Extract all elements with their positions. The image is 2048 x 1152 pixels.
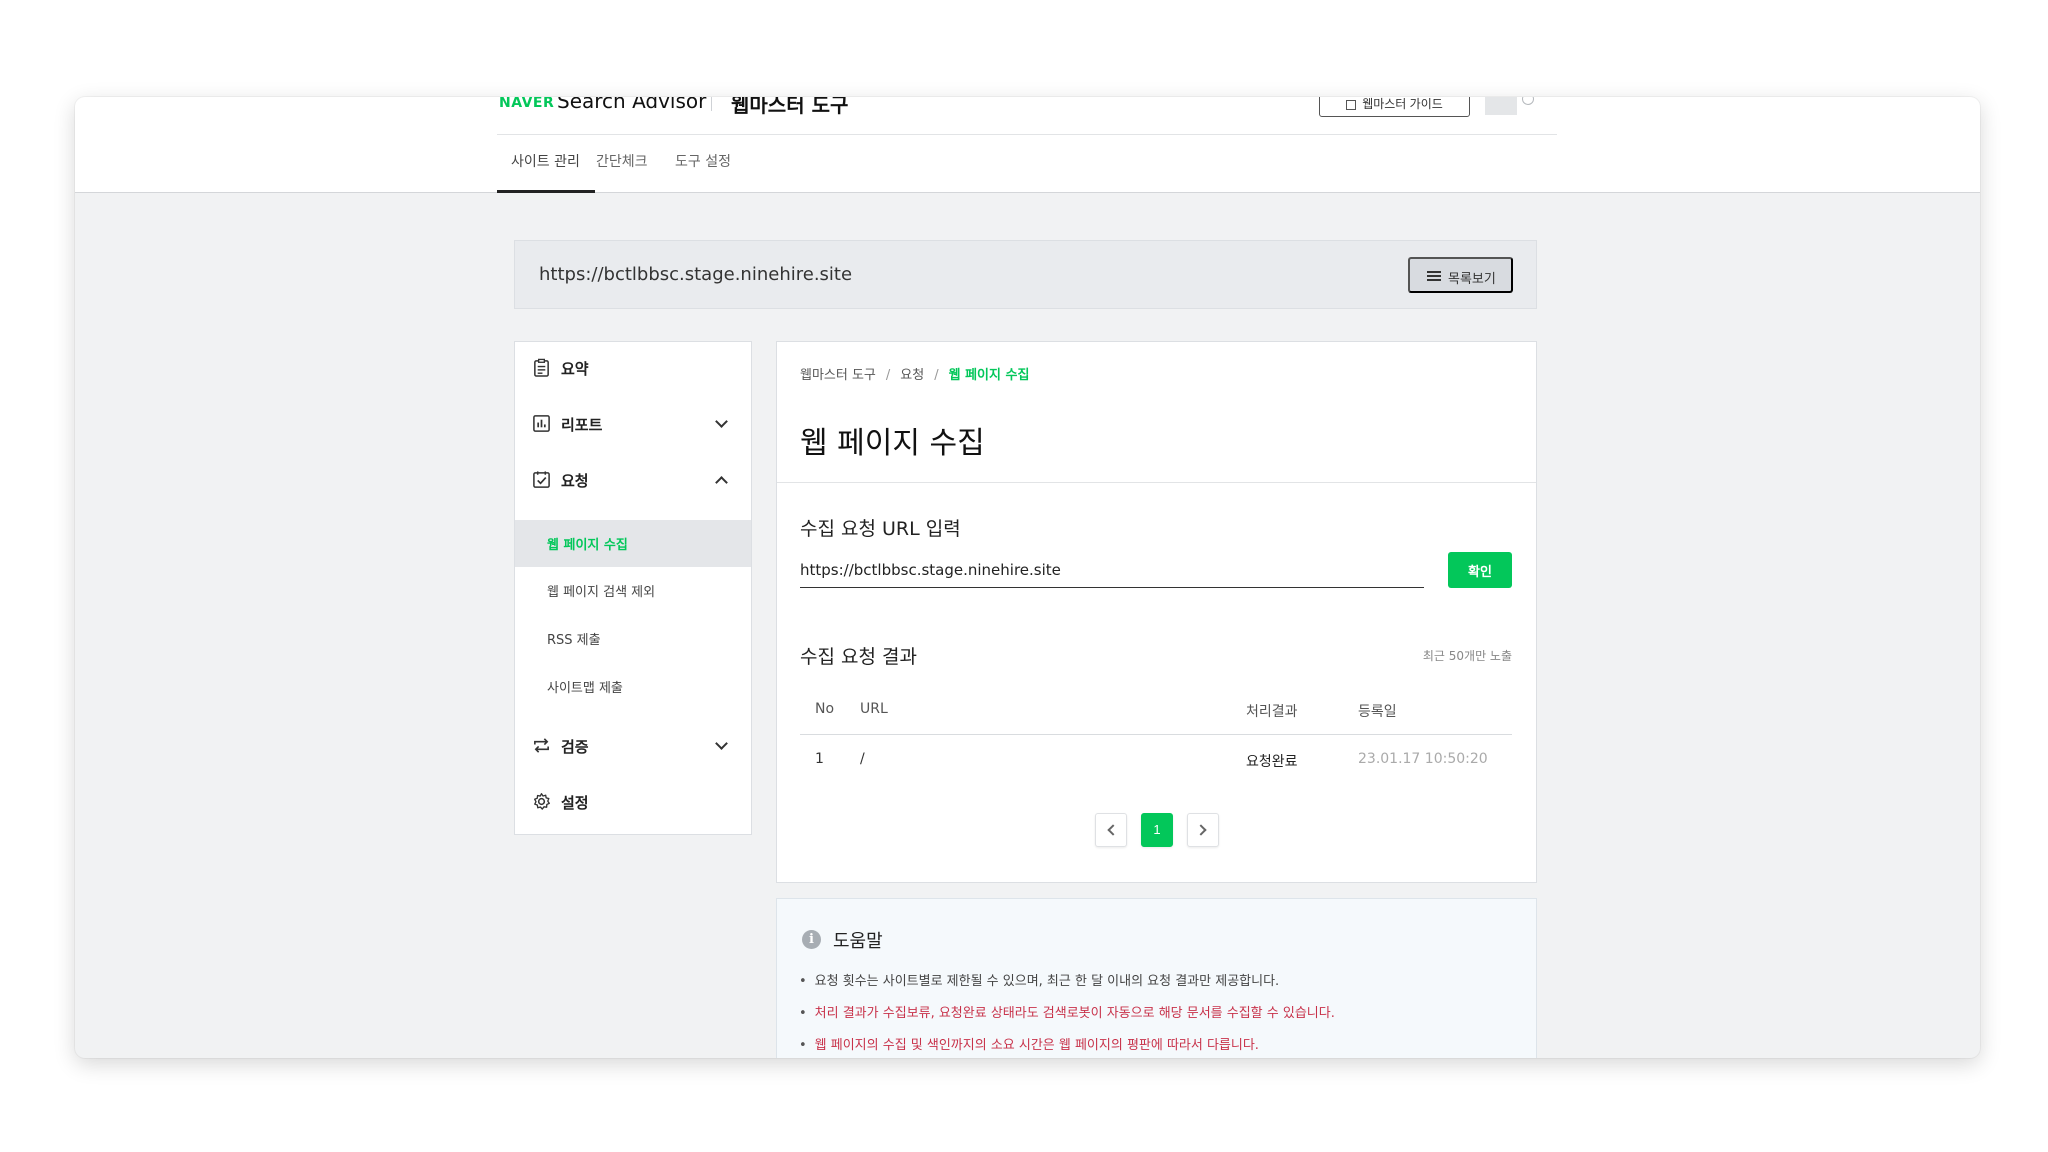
url-input[interactable] bbox=[800, 552, 1424, 588]
header-date: 등록일 bbox=[1358, 704, 1397, 720]
repeat-icon bbox=[534, 738, 549, 753]
row-result: 요청완료 bbox=[1246, 754, 1298, 770]
header-no: No bbox=[815, 701, 835, 717]
chart-icon bbox=[533, 415, 550, 432]
confirm-button[interactable]: 확인 bbox=[1448, 552, 1512, 588]
sidebar-item-label: 요약 bbox=[561, 360, 589, 378]
book-icon bbox=[1346, 99, 1357, 110]
chevron-right-icon bbox=[1195, 824, 1207, 836]
view-list-button[interactable]: 목록보기 bbox=[1408, 257, 1513, 293]
browser-window: NAVER Search Advisor 웹마스터 도구 웹마스터 가이드 사이… bbox=[75, 97, 1980, 1058]
sidebar-item-verify[interactable]: 검증 bbox=[515, 726, 751, 766]
prev-page-button[interactable] bbox=[1095, 813, 1127, 847]
sidebar-item-request[interactable]: 요청 bbox=[515, 460, 751, 500]
webmaster-guide-button[interactable]: 웹마스터 가이드 bbox=[1319, 97, 1470, 117]
header-url: URL bbox=[860, 701, 888, 717]
header-top-row: NAVER Search Advisor 웹마스터 도구 웹마스터 가이드 bbox=[497, 97, 1557, 135]
help-item-warning: 처리 결과가 수집보류, 요청완료 상태라도 검색로봇이 자동으로 해당 문서를… bbox=[799, 1002, 1335, 1021]
webmaster-guide-label: 웹마스터 가이드 bbox=[1362, 97, 1443, 111]
site-url: https://bctlbbsc.stage.ninehire.site bbox=[539, 264, 853, 285]
result-section-title: 수집 요청 결과 bbox=[800, 646, 917, 668]
list-icon bbox=[1427, 271, 1441, 282]
tab-simple-check[interactable]: 간단체크 bbox=[596, 151, 648, 171]
breadcrumb-current: 웹 페이지 수집 bbox=[948, 368, 1030, 383]
chevron-down-icon[interactable] bbox=[715, 415, 728, 428]
sidebar: 요약 리포트 요청 웹 페이지 수집 웹 페이지 검색 제외 RSS 제출 사이… bbox=[514, 341, 752, 835]
search-advisor-logo[interactable]: Search Advisor bbox=[557, 97, 706, 113]
header-result: 처리결과 bbox=[1246, 704, 1298, 720]
chevron-down-icon[interactable] bbox=[715, 737, 728, 750]
info-icon[interactable] bbox=[1522, 97, 1534, 105]
checklist-icon bbox=[533, 471, 550, 488]
breadcrumb-webmaster-tool[interactable]: 웹마스터 도구 bbox=[800, 368, 876, 383]
gear-icon bbox=[533, 793, 550, 810]
sidebar-item-label: 설정 bbox=[561, 794, 589, 812]
sidebar-item-report[interactable]: 리포트 bbox=[515, 404, 751, 444]
sidebar-subitem-web-page-collect[interactable]: 웹 페이지 수집 bbox=[515, 520, 751, 567]
table-header: No URL 처리결과 등록일 bbox=[800, 685, 1512, 735]
sidebar-item-label: 리포트 bbox=[561, 416, 603, 434]
sidebar-item-summary[interactable]: 요약 bbox=[515, 348, 751, 388]
active-tab-indicator bbox=[497, 190, 595, 193]
logo-divider bbox=[711, 97, 712, 111]
help-item: 요청 횟수는 사이트별로 제한될 수 있으며, 최근 한 달 이내의 요청 결과… bbox=[799, 970, 1280, 989]
breadcrumb-separator: / bbox=[934, 368, 939, 383]
request-result-table: No URL 처리결과 등록일 1 / 요청완료 23.01.17 10:50:… bbox=[800, 685, 1512, 789]
sidebar-subitem-label: 웹 페이지 수집 bbox=[547, 538, 628, 553]
section-divider bbox=[777, 482, 1536, 483]
sidebar-subitem-label: 웹 페이지 검색 제외 bbox=[547, 585, 656, 600]
avatar[interactable] bbox=[1485, 97, 1517, 115]
main-panel: 웹마스터 도구 / 요청 / 웹 페이지 수집 웹 페이지 수집 수집 요청 URL 입… bbox=[776, 341, 1537, 883]
next-page-button[interactable] bbox=[1187, 813, 1219, 847]
sidebar-item-label: 검증 bbox=[561, 738, 589, 756]
sidebar-subitem-label: 사이트맵 제출 bbox=[547, 681, 623, 696]
info-icon: i bbox=[802, 930, 821, 949]
tab-tool-settings[interactable]: 도구 설정 bbox=[675, 151, 731, 171]
sidebar-subitem-web-page-exclude[interactable]: 웹 페이지 검색 제외 bbox=[515, 567, 751, 614]
view-list-label: 목록보기 bbox=[1448, 271, 1496, 286]
site-header: NAVER Search Advisor 웹마스터 도구 웹마스터 가이드 사이… bbox=[75, 97, 1980, 193]
sidebar-item-settings[interactable]: 설정 bbox=[515, 782, 751, 822]
recent-50-note: 최근 50개만 노출 bbox=[1422, 649, 1512, 663]
url-input-section-title: 수집 요청 URL 입력 bbox=[800, 518, 961, 540]
row-date: 23.01.17 10:50:20 bbox=[1358, 751, 1488, 767]
row-url: / bbox=[860, 751, 865, 767]
page-button-current[interactable]: 1 bbox=[1141, 813, 1173, 847]
sidebar-item-label: 요청 bbox=[561, 472, 589, 490]
breadcrumb: 웹마스터 도구 / 요청 / 웹 페이지 수집 bbox=[800, 364, 1029, 383]
breadcrumb-separator: / bbox=[885, 368, 891, 383]
help-box: i 도움말 요청 횟수는 사이트별로 제한될 수 있으며, 최근 한 달 이내의… bbox=[776, 898, 1537, 1058]
help-item-warning: 웹 페이지의 수집 및 색인까지의 소요 시간은 웹 페이지의 평판에 따라서 … bbox=[799, 1034, 1259, 1053]
row-no: 1 bbox=[815, 751, 824, 767]
webmaster-tool-title[interactable]: 웹마스터 도구 bbox=[731, 97, 848, 118]
tab-site-management[interactable]: 사이트 관리 bbox=[511, 151, 580, 171]
help-title: 도움말 bbox=[833, 931, 883, 952]
sidebar-subitem-sitemap-submit[interactable]: 사이트맵 제출 bbox=[515, 663, 751, 710]
chevron-left-icon bbox=[1107, 824, 1119, 836]
naver-logo[interactable]: NAVER bbox=[499, 97, 554, 111]
sidebar-subitem-label: RSS 제출 bbox=[547, 633, 601, 648]
breadcrumb-request[interactable]: 요청 bbox=[900, 368, 924, 383]
page-title: 웹 페이지 수집 bbox=[800, 426, 985, 461]
clipboard-icon bbox=[534, 358, 549, 377]
sidebar-subitem-rss-submit[interactable]: RSS 제출 bbox=[515, 615, 751, 662]
chevron-up-icon[interactable] bbox=[715, 476, 728, 489]
site-url-bar: https://bctlbbsc.stage.ninehire.site 목록보… bbox=[514, 240, 1537, 309]
table-row: 1 / 요청완료 23.01.17 10:50:20 bbox=[800, 735, 1512, 789]
